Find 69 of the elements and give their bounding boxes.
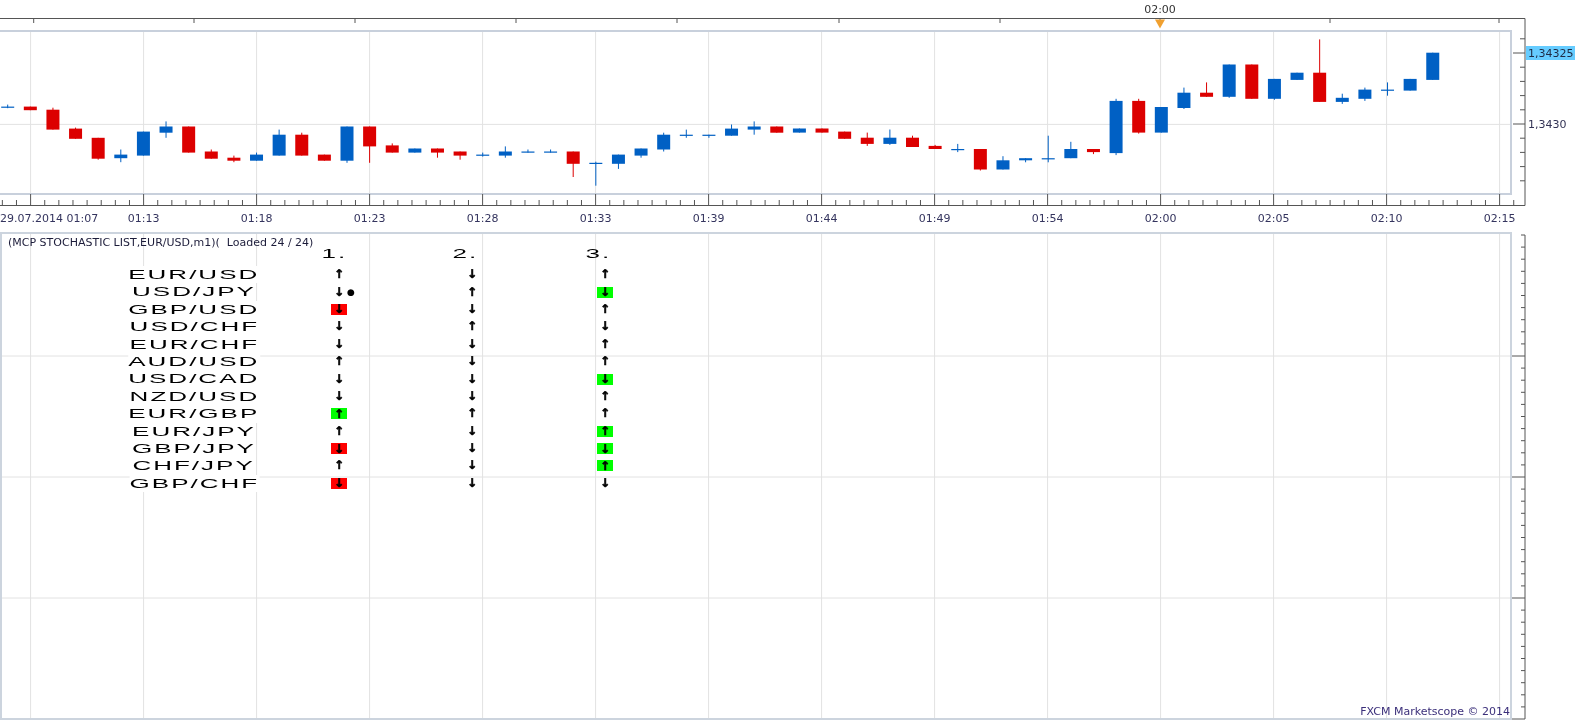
highlighted-signal: ↑ xyxy=(331,408,347,420)
signal-arrow: ↓ xyxy=(466,356,478,368)
highlighted-signal: ↓ xyxy=(331,303,347,315)
highlighted-signal: ↑ xyxy=(597,460,613,472)
currency-pair: USD/JPY xyxy=(132,283,256,301)
signal-arrow: ↑ xyxy=(466,286,478,298)
signal-arrow: ↓ xyxy=(599,477,611,489)
signal-arrow: ↑ xyxy=(333,460,345,472)
currency-pair: EUR/GBP xyxy=(128,405,260,423)
price-label: 1,3430 xyxy=(1528,118,1567,132)
time-label: 02:05 xyxy=(1257,212,1290,225)
highlighted-signal: ↓ xyxy=(597,373,613,385)
signal-arrow: ↑ xyxy=(333,269,345,281)
signal-arrow: ↓ xyxy=(333,338,345,350)
time-label: 01:54 xyxy=(1031,212,1064,225)
time-label: 01:49 xyxy=(918,212,951,225)
column-header: 1. xyxy=(321,249,347,259)
highlighted-signal: ↓ xyxy=(331,477,347,489)
dot-marker: ● xyxy=(347,287,355,297)
time-label: 02:00 xyxy=(1144,212,1177,225)
time-label: 01:28 xyxy=(466,212,499,225)
time-label: 02:10 xyxy=(1370,212,1403,225)
signal-arrow: ↑ xyxy=(599,338,611,350)
signal-arrow: ↑ xyxy=(333,425,345,437)
signal-arrow: ↑ xyxy=(599,356,611,368)
signal-arrow: ↓ xyxy=(466,303,478,315)
signal-arrow: ↓ xyxy=(466,425,478,437)
signal-arrow: ↓ xyxy=(466,390,478,402)
signal-arrow: ↓ xyxy=(466,373,478,385)
time-marker-label: 02:00 xyxy=(1144,3,1176,16)
column-header: 3. xyxy=(585,249,611,259)
signal-arrow: ↓ xyxy=(333,286,345,298)
time-label: 01:33 xyxy=(579,212,612,225)
indicator-title: (MCP STOCHASTIC LIST,EUR/USD,m1)( Loaded 24 / 24) xyxy=(8,236,314,249)
currency-pair: USD/CAD xyxy=(128,370,260,388)
time-label: 01:44 xyxy=(805,212,838,225)
signal-arrow: ↓ xyxy=(466,269,478,281)
signal-arrow: ↑ xyxy=(599,408,611,420)
highlighted-signal: ↓ xyxy=(331,443,347,455)
signal-arrow: ↓ xyxy=(466,460,478,472)
copyright-text: FXCM Marketscope © 2014 xyxy=(1360,705,1510,718)
signal-arrow: ↑ xyxy=(466,408,478,420)
signal-arrow: ↓ xyxy=(466,338,478,350)
signal-arrow: ↓ xyxy=(333,373,345,385)
signal-arrow: ↓ xyxy=(466,443,478,455)
currency-pair: USD/CHF xyxy=(129,318,259,336)
signal-arrow: ↓ xyxy=(466,477,478,489)
time-label: 01:39 xyxy=(692,212,725,225)
signal-arrow: ↑ xyxy=(599,269,611,281)
time-label: 02:15 xyxy=(1483,212,1516,225)
triangle-marker-icon xyxy=(1155,19,1165,29)
signal-arrow: ↓ xyxy=(333,321,345,333)
highlighted-signal: ↑ xyxy=(597,425,613,437)
currency-pair: EUR/USD xyxy=(128,266,260,284)
column-header: 2. xyxy=(452,249,478,259)
signal-arrow: ↓ xyxy=(599,321,611,333)
time-label: 29.07.2014 01:07 xyxy=(0,212,99,225)
current-price-label: 1,34325 xyxy=(1526,46,1575,60)
signal-arrow: ↑ xyxy=(599,303,611,315)
time-label: 01:18 xyxy=(240,212,273,225)
signal-arrow: ↑ xyxy=(599,390,611,402)
signal-arrow: ↑ xyxy=(333,356,345,368)
currency-pair: CHF/JPY xyxy=(132,457,256,475)
highlighted-signal: ↓ xyxy=(597,443,613,455)
time-label: 01:13 xyxy=(127,212,160,225)
signal-arrow: ↑ xyxy=(466,321,478,333)
signal-arrow: ↓ xyxy=(333,390,345,402)
highlighted-signal: ↓ xyxy=(597,286,613,298)
time-label: 01:23 xyxy=(353,212,386,225)
